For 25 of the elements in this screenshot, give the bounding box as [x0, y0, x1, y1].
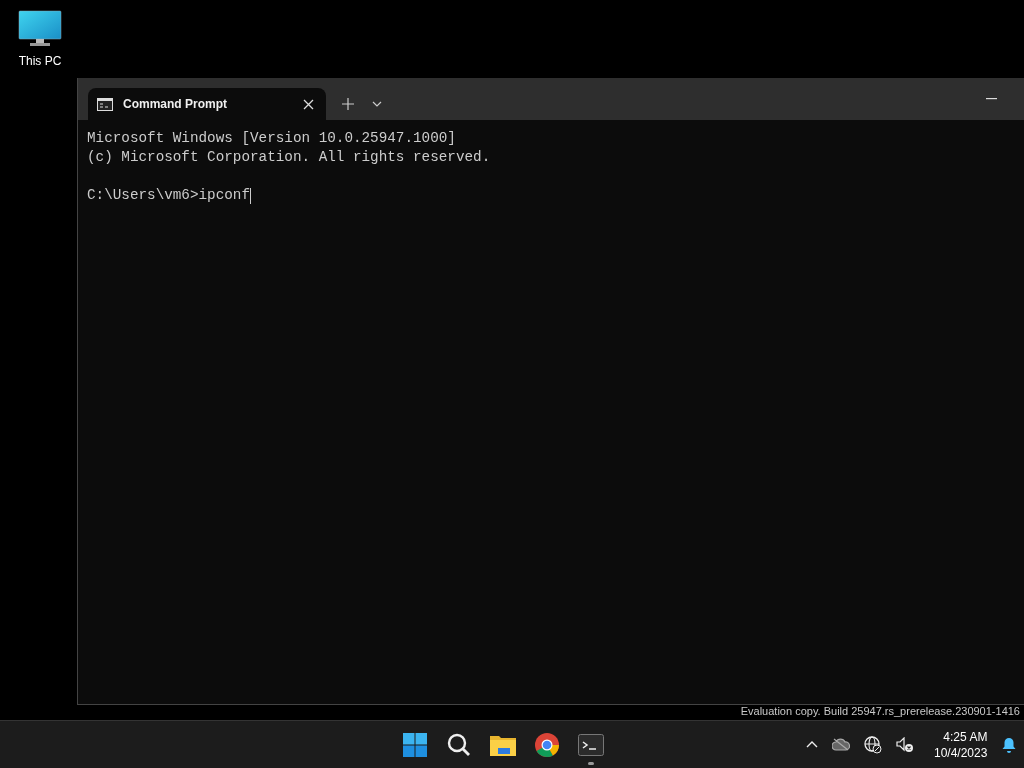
new-tab-icon[interactable]: [342, 98, 354, 110]
console-icon: [97, 97, 113, 111]
console-line: Microsoft Windows [Version 10.0.25947.1000]: [87, 129, 456, 148]
windows-start-icon[interactable]: [403, 732, 427, 757]
cloud-icon[interactable]: [832, 738, 850, 751]
command-line: C:\Users\vm6>ipconf: [87, 186, 250, 205]
globe-icon[interactable]: [864, 735, 882, 754]
clock[interactable]: 4:25 AM 10/4/2023: [934, 728, 988, 761]
console-line: (c) Microsoft Corporation. All rights reserved.: [87, 148, 491, 167]
bell-icon[interactable]: [1001, 736, 1018, 753]
monitor-icon: [18, 10, 62, 48]
minimize-icon[interactable]: [986, 98, 997, 100]
close-icon[interactable]: [303, 98, 314, 110]
muted-speaker-icon[interactable]: [896, 736, 914, 753]
watermark-text: Evaluation copy. Build 25947.rs_prerelease.230901-1416: [740, 705, 1020, 718]
text-cursor: [250, 187, 251, 204]
dropdown-icon[interactable]: [372, 101, 382, 107]
desktop-shortcut[interactable]: This PC: [14, 10, 66, 68]
search-icon[interactable]: [447, 732, 471, 757]
console-output[interactable]: Microsoft Windows [Version 10.0.25947.1000] (c) Microsoft Corporation. All rights reserved. C:\Users\vm6>ipconf: [78, 120, 1024, 704]
folder-icon[interactable]: [490, 733, 516, 756]
browser-icon[interactable]: [534, 731, 560, 758]
chevron-up-icon[interactable]: [806, 741, 818, 748]
tab[interactable]: Command Prompt: [88, 88, 326, 120]
terminal-icon[interactable]: [578, 733, 604, 756]
